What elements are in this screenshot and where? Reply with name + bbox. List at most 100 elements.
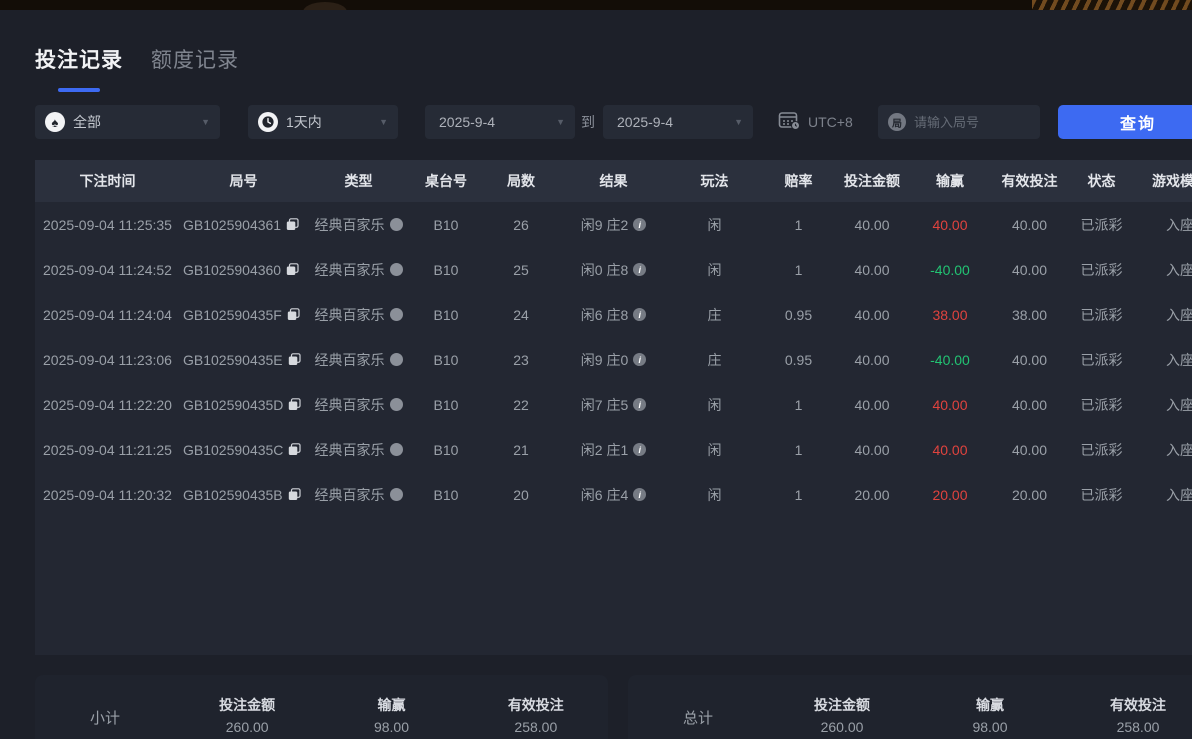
records-panel: 投注记录 额度记录 ♠ 全部 ▼ 1天内 ▼ 2025-9-4 ▼ 到 2025…	[0, 10, 1192, 739]
cell-round-id: GB1025904361	[180, 202, 307, 247]
result-text: 闲7 庄5	[580, 396, 629, 413]
game-type-text: 经典百家乐	[314, 306, 385, 323]
cell-bet-amount: 40.00	[854, 306, 890, 323]
table-body: 2025-09-04 11:25:35 GB1025904361 经典百家乐 B…	[35, 202, 1192, 517]
copy-icon[interactable]	[286, 263, 299, 276]
cell-status: 已派彩	[1080, 306, 1123, 323]
round-number-icon: 局	[888, 113, 906, 131]
cell-result: 闲2 庄1 i	[560, 427, 667, 472]
column-header: 赔率	[784, 173, 813, 189]
cell-round-count: 26	[513, 216, 529, 233]
table-row: 2025-09-04 11:24:52 GB1025904360 经典百家乐 B…	[35, 247, 1192, 292]
cell-table-no: B10	[433, 441, 459, 458]
query-button[interactable]: 查询	[1058, 105, 1192, 139]
result-text: 闲2 庄1	[580, 441, 629, 458]
cell-win-loss: 40.00	[932, 441, 968, 458]
cell-round-id: GB102590435B	[180, 472, 307, 517]
cell-result: 闲6 庄8 i	[560, 292, 667, 337]
cell-game-type: 经典百家乐	[307, 472, 410, 517]
subtotal-bet-amount: 投注金额 260.00	[219, 697, 276, 735]
column-header: 局数	[507, 173, 535, 189]
cell-bet-time: 2025-09-04 11:24:04	[43, 306, 172, 323]
date-to-label: 到	[581, 114, 595, 130]
round-id-text: GB1025904361	[183, 216, 282, 233]
game-type-text: 经典百家乐	[314, 351, 385, 368]
cell-table-no: B10	[433, 216, 459, 233]
tab-label: 额度记录	[151, 49, 239, 72]
table-row: 2025-09-04 11:22:20 GB102590435D 经典百家乐 B…	[35, 382, 1192, 427]
cell-valid-bet: 40.00	[1011, 216, 1048, 233]
column-header: 结果	[599, 173, 628, 189]
cell-round-count: 24	[513, 306, 529, 323]
cell-bet-amount: 40.00	[854, 441, 890, 458]
cell-status: 已派彩	[1080, 486, 1123, 503]
column-header: 局号	[229, 173, 258, 189]
game-type-status-icon	[389, 308, 403, 321]
cell-round-count: 20	[513, 486, 529, 503]
calendar-clock-icon	[778, 110, 800, 133]
cell-odds: 0.95	[784, 306, 813, 323]
round-id-text: GB102590435C	[183, 441, 284, 458]
clock-icon	[258, 112, 278, 132]
info-icon[interactable]: i	[633, 218, 647, 231]
game-type-text: 经典百家乐	[314, 216, 385, 233]
copy-icon[interactable]	[288, 443, 302, 456]
round-id-text: GB102590435F	[183, 306, 282, 323]
copy-icon[interactable]	[288, 353, 301, 366]
game-type-dropdown[interactable]: ♠ 全部 ▼	[35, 105, 220, 139]
date-from-dropdown[interactable]: 2025-9-4 ▼	[425, 105, 575, 139]
round-id-text: GB102590435E	[183, 351, 283, 368]
cell-bet-amount: 20.00	[854, 486, 890, 503]
cell-round-id: GB1025904360	[180, 247, 307, 292]
cell-game-type: 经典百家乐	[307, 382, 410, 427]
cell-game-type: 经典百家乐	[307, 337, 410, 382]
table-row: 2025-09-04 11:20:32 GB102590435B 经典百家乐 B…	[35, 472, 1192, 517]
cell-status: 已派彩	[1080, 351, 1123, 368]
cell-game-mode: 入座	[1166, 351, 1192, 368]
cell-round-count: 21	[513, 441, 529, 458]
striped-decoration	[1032, 0, 1192, 10]
tab-quota-records[interactable]: 额度记录	[151, 44, 239, 92]
tab-betting-records[interactable]: 投注记录	[35, 44, 123, 92]
cell-win-loss: -40.00	[930, 261, 970, 278]
info-icon[interactable]: i	[633, 263, 647, 276]
game-type-status-icon	[389, 263, 403, 276]
time-range-dropdown[interactable]: 1天内 ▼	[248, 105, 398, 139]
copy-icon[interactable]	[288, 398, 302, 411]
game-type-text: 经典百家乐	[314, 486, 385, 503]
cell-bet-time: 2025-09-04 11:21:25	[43, 441, 172, 458]
cell-game-mode: 入座	[1166, 306, 1192, 323]
cell-table-no: B10	[433, 351, 459, 368]
cell-round-count: 22	[513, 396, 529, 413]
cell-bet-time: 2025-09-04 11:20:32	[43, 486, 172, 503]
cell-play-type: 闲	[707, 216, 722, 233]
copy-icon[interactable]	[287, 308, 300, 321]
cell-result: 闲9 庄2 i	[560, 202, 667, 247]
betting-records-window: 投注记录 额度记录 ♠ 全部 ▼ 1天内 ▼ 2025-9-4 ▼ 到 2025…	[0, 0, 1192, 739]
round-id-text: GB102590435D	[183, 396, 284, 413]
cell-result: 闲0 庄8 i	[560, 247, 667, 292]
filter-bar: ♠ 全部 ▼ 1天内 ▼ 2025-9-4 ▼ 到 2025-9-4 ▼ UTC…	[0, 105, 1192, 139]
cell-game-type: 经典百家乐	[307, 247, 410, 292]
game-type-status-icon	[389, 218, 403, 231]
copy-icon[interactable]	[286, 218, 299, 231]
total-win-loss: 输赢 98.00	[972, 697, 1008, 735]
date-to-dropdown[interactable]: 2025-9-4 ▼	[603, 105, 753, 139]
copy-icon[interactable]	[288, 488, 301, 501]
column-header: 类型	[344, 173, 373, 189]
info-icon[interactable]: i	[633, 443, 647, 456]
cell-game-mode: 入座	[1166, 216, 1192, 233]
cell-play-type: 闲	[707, 261, 722, 278]
cell-valid-bet: 20.00	[1011, 486, 1048, 503]
game-type-status-icon	[389, 398, 403, 411]
timezone-label: UTC+8	[808, 113, 853, 130]
cell-win-loss: 38.00	[932, 306, 968, 323]
info-icon[interactable]: i	[633, 488, 647, 501]
info-icon[interactable]: i	[633, 308, 647, 321]
info-icon[interactable]: i	[633, 398, 647, 411]
cell-odds: 1	[794, 261, 803, 278]
info-icon[interactable]: i	[633, 353, 647, 366]
cell-valid-bet: 40.00	[1011, 441, 1048, 458]
cell-bet-time: 2025-09-04 11:22:20	[43, 396, 172, 413]
table-row: 2025-09-04 11:24:04 GB102590435F 经典百家乐 B…	[35, 292, 1192, 337]
